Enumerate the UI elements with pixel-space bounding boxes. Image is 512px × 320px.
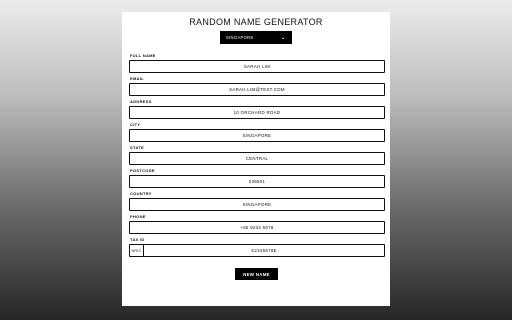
page-title: RANDOM NAME GENERATOR [189, 17, 323, 27]
generator-card: RANDOM NAME GENERATOR SINGAPORE ⌄ FULL N… [122, 12, 390, 306]
full-name-label: FULL NAME [130, 53, 156, 58]
country-select[interactable]: SINGAPORE ⌄ [220, 31, 292, 44]
city-label: CITY [130, 122, 141, 127]
state-label: STATE [130, 145, 145, 150]
state-field[interactable]: CENTRAL [129, 152, 385, 165]
city-field[interactable]: SINGAPORE [129, 129, 385, 142]
tax-id-value: S2345678E [251, 248, 277, 253]
country-field[interactable]: SINGAPORE [129, 198, 385, 211]
new-name-button[interactable]: NEW NAME [235, 268, 278, 280]
tax-id-field[interactable]: NRIC S2345678E [129, 244, 385, 257]
country-select-value: SINGAPORE [226, 35, 254, 40]
postcode-label: POSTCODE [130, 168, 155, 173]
tax-id-label: TAX ID [130, 237, 145, 242]
tax-id-prefix: NRIC [130, 245, 144, 256]
address-label: ADDRESS [130, 99, 152, 104]
country-label: COUNTRY [130, 191, 152, 196]
phone-label: PHONE [130, 214, 146, 219]
phone-field[interactable]: +65 9234 5678 [129, 221, 385, 234]
address-field[interactable]: 10 ORCHARD ROAD [129, 106, 385, 119]
full-name-field[interactable]: SARAH LIM [129, 60, 385, 73]
chevron-down-icon: ⌄ [280, 34, 286, 41]
postcode-field[interactable]: 238801 [129, 175, 385, 188]
email-label: EMAIL [130, 76, 144, 81]
email-field[interactable]: SARAH.LIM@TEST.COM [129, 83, 385, 96]
